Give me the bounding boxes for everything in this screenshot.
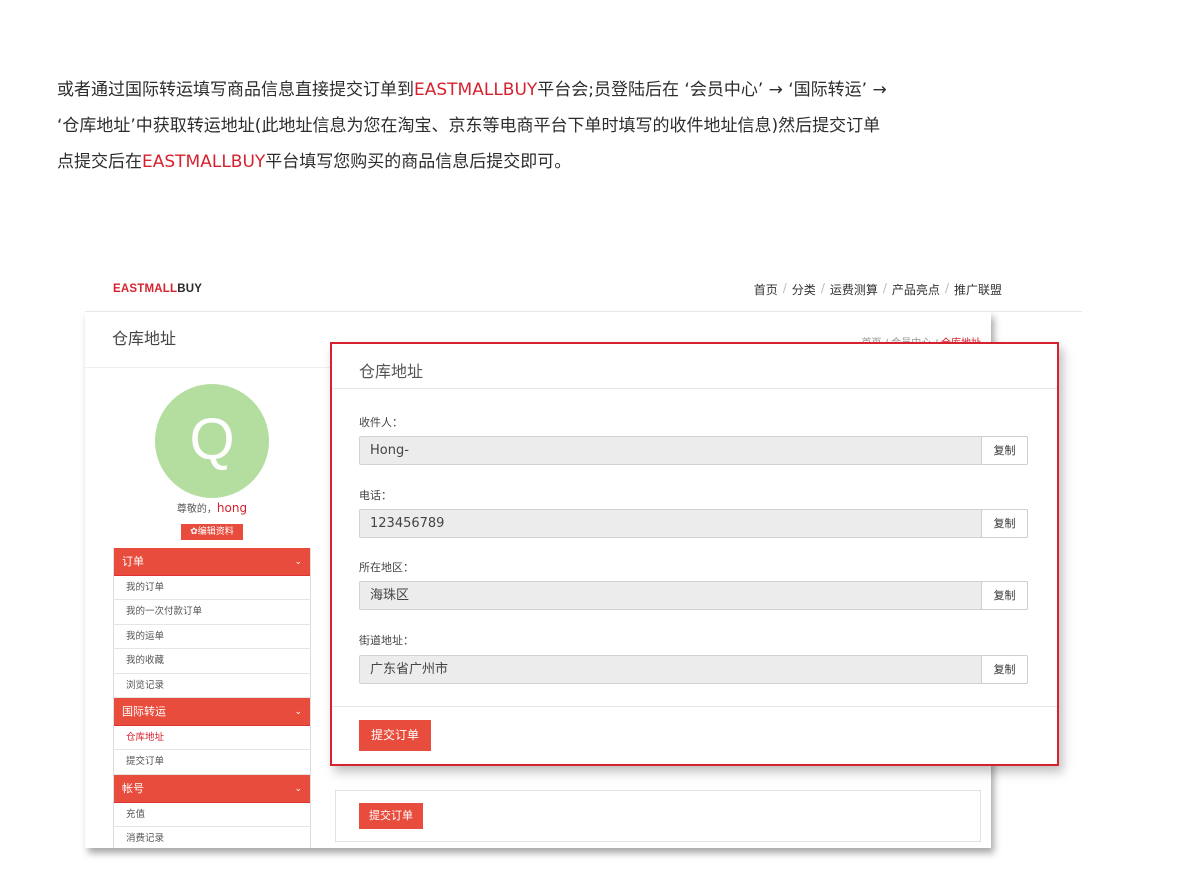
site-header: EASTMALLBUY 首页 / 分类 / 运费测算 / 产品亮点 / 推广联盟 [85,270,1082,312]
sidebar-item-favorites[interactable]: 我的收藏 [114,649,310,674]
intro-line-1: 或者通过国际转运填写商品信息直接提交订单到EASTMALLBUY平台会;员登陆后… [57,72,1037,108]
sidebar-group-account[interactable]: 帐号 ⌄ [114,774,310,803]
intro-text: 点提交后在 [57,152,142,172]
group-label: 国际转运 [122,704,166,718]
nav-categories[interactable]: 分类 [792,281,816,298]
intro-paragraph: 或者通过国际转运填写商品信息直接提交订单到EASTMALLBUY平台会;员登陆后… [57,72,1037,180]
nav-separator: / [782,281,787,295]
street-label: 街道地址： [359,634,414,647]
recipient-value: Hong- [370,443,409,458]
street-value: 广东省广州市 [370,662,449,677]
top-navigation: 首页 / 分类 / 运费测算 / 产品亮点 / 推广联盟 [754,281,1002,298]
phone-label: 电话： [359,489,392,502]
copy-phone-button[interactable]: 复制 [981,509,1028,538]
submit-panel: 提交订单 [335,790,981,842]
sidebar-menu: 订单 ⌄ 我的订单 我的一次付款订单 我的运单 我的收藏 浏览记录 国际转运 ⌄ 仓… [113,548,311,848]
nav-separator: / [820,281,825,295]
username: hong [216,501,248,515]
group-label: 订单 [122,555,144,568]
recipient-field[interactable]: Hong- 复制 [359,436,1028,465]
sidebar-item-warehouse-address[interactable]: 仓库地址 [114,725,310,751]
warehouse-address-dialog: 仓库地址 收件人： Hong- 复制 电话： 123456789 复制 所在地区… [330,342,1059,766]
avatar: Q [155,384,269,498]
chevron-down-icon: ⌄ [294,783,302,794]
sidebar-item-my-orders[interactable]: 我的订单 [114,576,310,601]
region-value: 海珠区 [370,588,410,603]
sidebar-item-recharge[interactable]: 充值 [114,802,310,828]
nav-highlights[interactable]: 产品亮点 [892,281,940,298]
submit-order-button-background[interactable]: 提交订单 [359,803,423,829]
sidebar-item-history[interactable]: 浏览记录 [114,673,310,698]
sidebar-item-submit-order[interactable]: 提交订单 [114,750,310,775]
intro-text: 平台会;员登陆后在 ‘会员中心’ → ‘国际转运’ → [537,80,887,100]
region-label: 所在地区： [359,561,414,574]
intro-line-3: 点提交后在EASTMALLBUY平台填写您购买的商品信息后提交即可。 [57,144,1037,180]
page-title: 仓库地址 [112,329,177,348]
greeting-text: 尊敬的， [176,504,217,515]
sidebar-group-orders[interactable]: 订单 ⌄ [114,548,310,576]
sidebar-item-my-waybills[interactable]: 我的运单 [114,624,310,650]
logo-text: EASTMALL [113,283,178,295]
brand-name: EASTMALLBUY [414,80,538,100]
nav-shipping-calc[interactable]: 运费测算 [830,281,878,298]
intro-text: ‘仓库地址’中获取转运地址(此地址信息为您在淘宝、京东等电商平台下单时填写的收件… [57,116,881,136]
recipient-label: 收件人： [359,416,403,429]
phone-field[interactable]: 123456789 复制 [359,509,1028,538]
nav-home[interactable]: 首页 [754,281,778,298]
street-field[interactable]: 广东省广州市 复制 [359,655,1028,684]
divider [332,706,1057,707]
intro-line-2: ‘仓库地址’中获取转运地址(此地址信息为您在淘宝、京东等电商平台下单时填写的收件… [57,108,1037,144]
copy-recipient-button[interactable]: 复制 [981,436,1028,465]
copy-street-button[interactable]: 复制 [981,655,1028,684]
sidebar-item-one-time-orders[interactable]: 我的一次付款订单 [114,600,310,625]
site-logo[interactable]: EASTMALLBUY [113,283,202,295]
chevron-down-icon: ⌄ [294,706,302,717]
intro-text: 或者通过国际转运填写商品信息直接提交订单到 [57,80,414,100]
nav-affiliate[interactable]: 推广联盟 [954,281,1002,298]
dialog-title: 仓库地址 [359,362,424,381]
region-field[interactable]: 海珠区 复制 [359,581,1028,610]
logo-text: BUY [177,283,203,295]
divider [332,388,1057,389]
edit-profile-button[interactable]: ✿编辑资料 [181,524,243,540]
chevron-down-icon: ⌄ [294,557,302,567]
brand-name: EASTMALLBUY [142,152,266,172]
sidebar-item-spending-records[interactable]: 消费记录 [114,827,310,848]
submit-order-button[interactable]: 提交订单 [359,720,431,751]
intro-text: 平台填写您购买的商品信息后提交即可。 [265,152,572,172]
nav-separator: / [882,281,887,295]
nav-separator: / [944,281,949,295]
phone-value: 123456789 [370,516,445,531]
sidebar-group-forwarding[interactable]: 国际转运 ⌄ [114,697,310,726]
group-label: 帐号 [122,781,144,795]
greeting: 尊敬的，hong [145,500,279,515]
copy-region-button[interactable]: 复制 [981,581,1028,610]
